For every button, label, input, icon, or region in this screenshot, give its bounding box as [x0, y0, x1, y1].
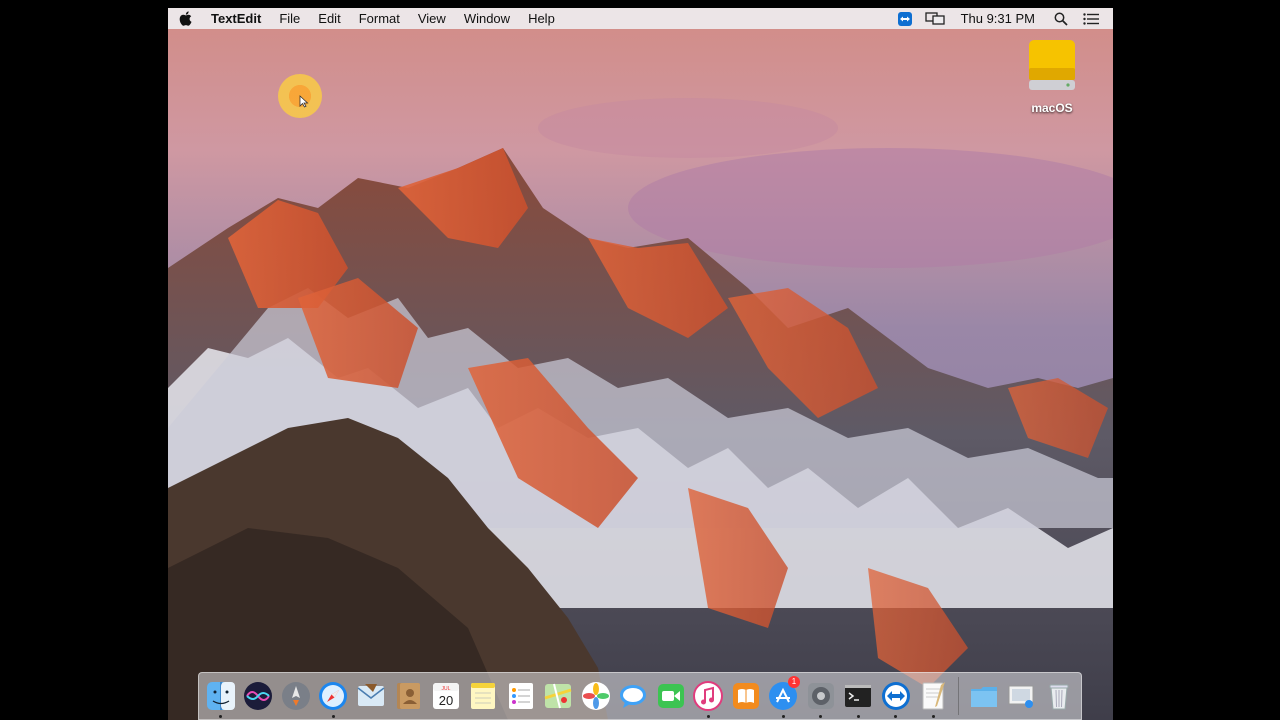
- maps-icon: [544, 683, 572, 709]
- menu-help[interactable]: Help: [519, 11, 564, 26]
- running-indicator: [706, 715, 710, 718]
- calendar-icon: JUL20: [432, 683, 459, 709]
- menu-bar: TextEdit File Edit Format View Window He…: [168, 8, 1113, 29]
- notification-center-icon[interactable]: [1081, 11, 1101, 27]
- calendar-month: JUL: [441, 686, 450, 692]
- spotlight-icon[interactable]: [1051, 11, 1071, 27]
- dock-textedit[interactable]: [915, 674, 953, 718]
- display-mirroring-icon[interactable]: [924, 11, 945, 27]
- running-indicator: [781, 715, 785, 718]
- finder-icon: [206, 682, 235, 710]
- dock-mail[interactable]: [352, 674, 390, 718]
- running-indicator: [331, 715, 335, 718]
- dock: JUL 20 1: [198, 672, 1082, 720]
- dock-screenshots-stack[interactable]: [1003, 674, 1041, 718]
- app-store-badge: 1: [788, 676, 800, 688]
- apple-menu-icon[interactable]: [168, 11, 202, 26]
- dock-messages[interactable]: [615, 674, 653, 718]
- cursor-highlight: [278, 74, 322, 118]
- dock-separator: [958, 677, 959, 715]
- running-indicator: [819, 715, 823, 718]
- menu-view[interactable]: View: [409, 11, 455, 26]
- contacts-icon: [397, 683, 421, 709]
- running-indicator: [894, 715, 898, 718]
- stack-icon: [1008, 685, 1034, 708]
- dock-ibooks[interactable]: [727, 674, 765, 718]
- menu-clock[interactable]: Thu 9:31 PM: [955, 11, 1041, 26]
- itunes-icon: [693, 681, 724, 711]
- dock-terminal[interactable]: [840, 674, 878, 718]
- photos-icon: [581, 682, 610, 710]
- dock-maps[interactable]: [540, 674, 578, 718]
- dock-notes[interactable]: [465, 674, 503, 718]
- pointer-icon: [299, 95, 309, 108]
- running-indicator: [856, 715, 860, 718]
- notes-icon: [471, 683, 496, 709]
- dock-contacts[interactable]: [390, 674, 428, 718]
- running-indicator: [219, 715, 223, 718]
- drive-label: macOS: [1031, 101, 1073, 115]
- dock-calendar[interactable]: JUL 20: [427, 674, 465, 718]
- desktop-drive-macos[interactable]: macOS: [1021, 38, 1083, 115]
- calendar-day: 20: [439, 693, 453, 708]
- menu-file[interactable]: File: [270, 11, 309, 26]
- siri-icon: [244, 682, 273, 710]
- facetime-icon: [657, 684, 684, 708]
- mail-icon: [357, 684, 385, 706]
- menu-window[interactable]: Window: [455, 11, 519, 26]
- messages-icon: [620, 685, 647, 708]
- dock-photos[interactable]: [577, 674, 615, 718]
- folder-icon: [970, 687, 997, 707]
- dock-siri[interactable]: [240, 674, 278, 718]
- dock-itunes[interactable]: [690, 674, 728, 718]
- dock-safari[interactable]: [315, 674, 353, 718]
- reminders-icon: [508, 683, 533, 709]
- dock-trash[interactable]: [1040, 674, 1078, 718]
- teamviewer-icon: [881, 682, 910, 710]
- dock-finder[interactable]: [202, 674, 240, 718]
- dock-downloads-stack[interactable]: [965, 674, 1003, 718]
- running-indicator: [931, 715, 935, 718]
- dock-app-store[interactable]: 1: [765, 674, 803, 718]
- dock-facetime[interactable]: [652, 674, 690, 718]
- hard-drive-icon: [1029, 40, 1075, 90]
- dock-reminders[interactable]: [502, 674, 540, 718]
- menu-app-name[interactable]: TextEdit: [202, 11, 270, 26]
- trash-icon: [1049, 684, 1069, 710]
- safari-icon: [319, 682, 348, 710]
- teamviewer-status-icon[interactable]: [895, 11, 915, 27]
- dock-teamviewer[interactable]: [877, 674, 915, 718]
- dock-launchpad[interactable]: [277, 674, 315, 718]
- desktop-screen: TextEdit File Edit Format View Window He…: [168, 8, 1113, 720]
- dock-system-preferences[interactable]: [802, 674, 840, 718]
- menu-format[interactable]: Format: [350, 11, 409, 26]
- ibooks-icon: [732, 683, 759, 709]
- system-preferences-icon: [807, 683, 834, 709]
- textedit-icon: [922, 682, 946, 710]
- launchpad-icon: [281, 682, 310, 710]
- menu-edit[interactable]: Edit: [309, 11, 349, 26]
- terminal-icon: [845, 685, 872, 707]
